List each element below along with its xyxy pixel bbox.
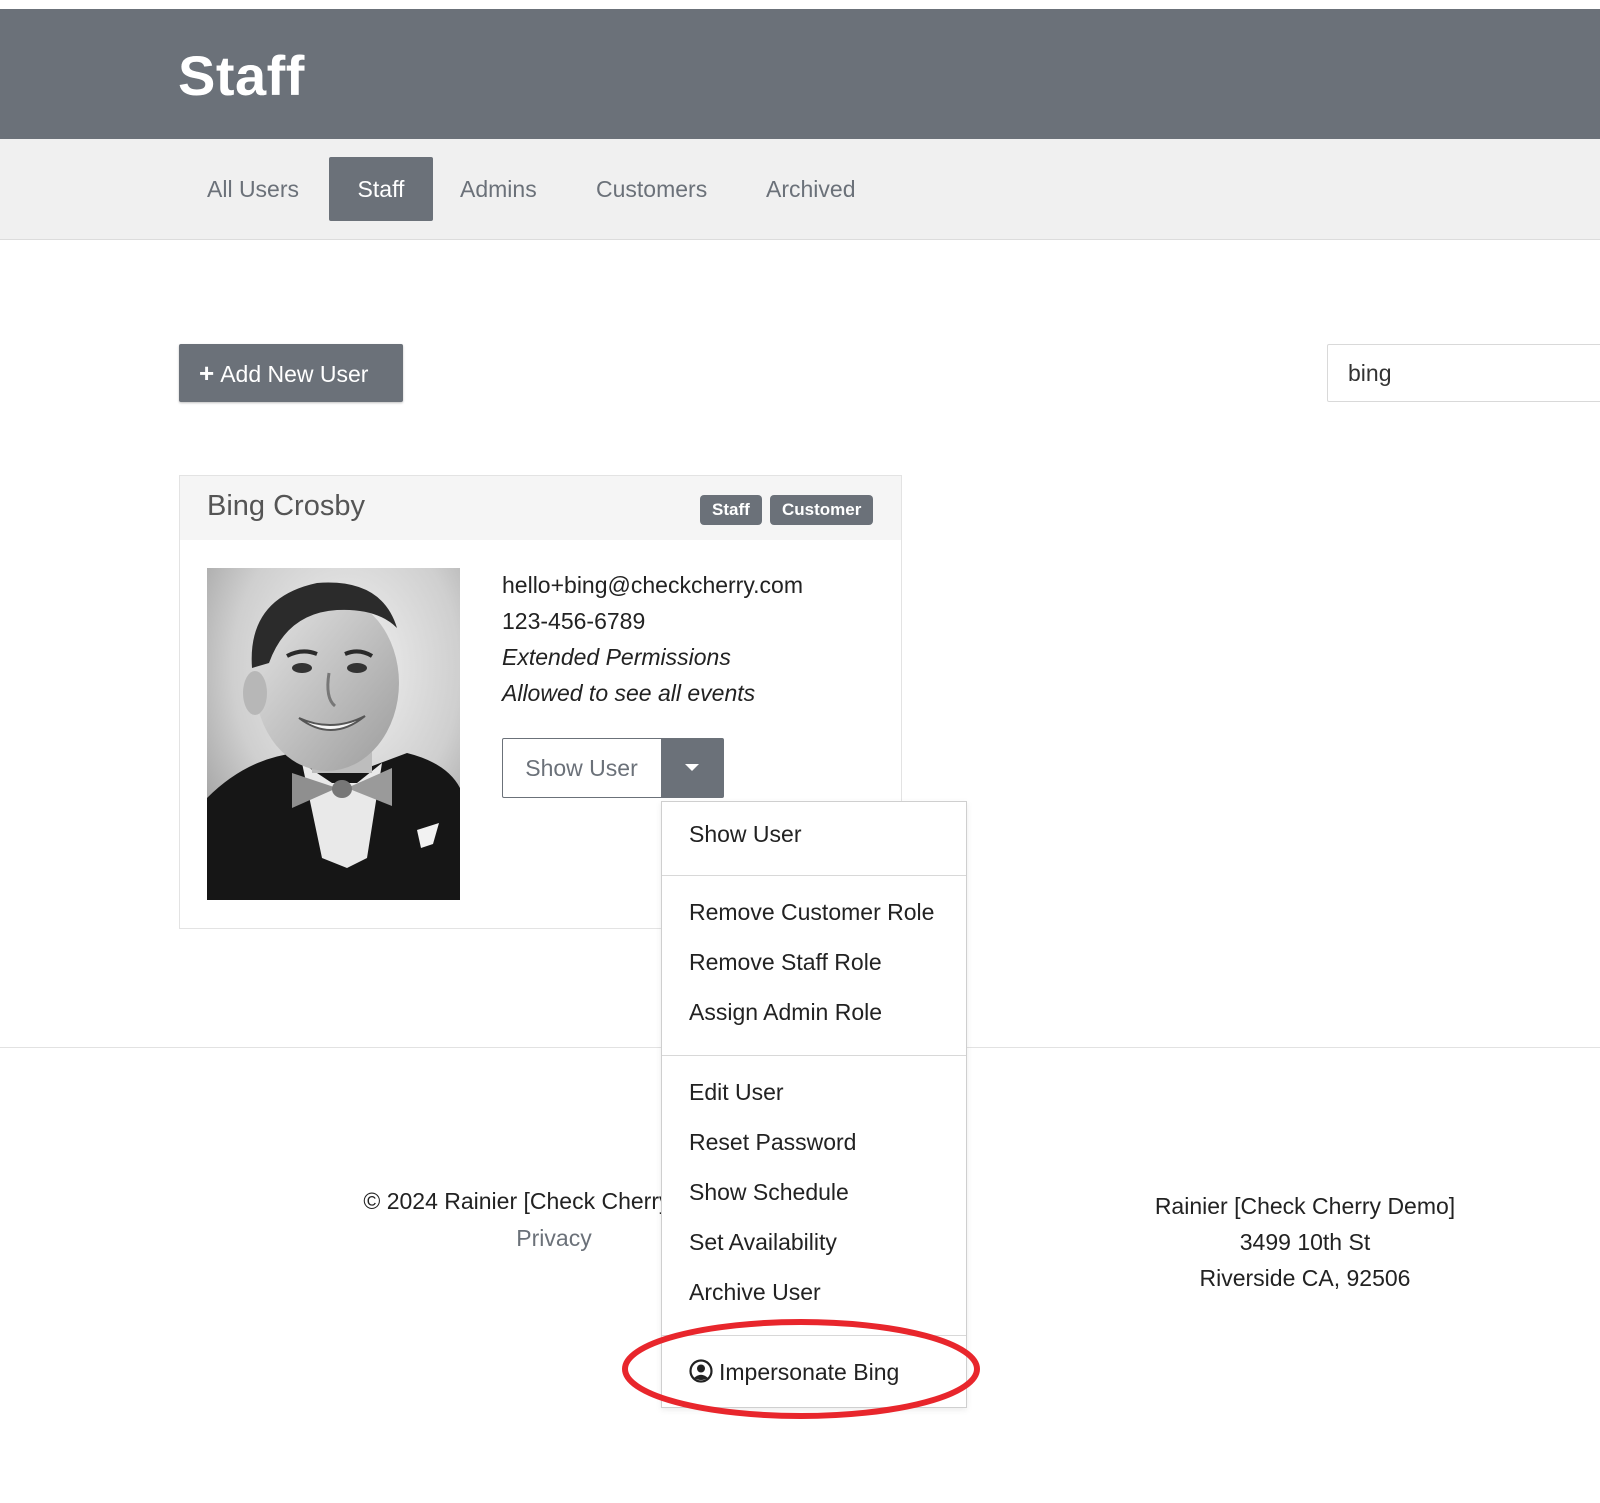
show-user-split-button: Show User <box>502 738 724 798</box>
tab-staff[interactable]: Staff <box>329 157 433 221</box>
address-name: Rainier [Check Cherry Demo] <box>1154 1193 1456 1219</box>
user-email: hello+bing@checkcherry.com <box>502 572 803 598</box>
highlight-circle-annotation <box>622 1319 980 1419</box>
menu-show-schedule[interactable]: Show Schedule <box>689 1179 849 1206</box>
menu-set-availability[interactable]: Set Availability <box>689 1229 837 1256</box>
permission-all-events: Allowed to see all events <box>502 680 756 706</box>
tab-bar: All Users Staff Admins Customers Archive… <box>0 139 1600 240</box>
user-photo <box>207 568 460 900</box>
user-phone: 123-456-6789 <box>502 608 646 634</box>
menu-show-user[interactable]: Show User <box>689 821 801 848</box>
page-title: Staff <box>178 44 305 107</box>
menu-remove-customer-role[interactable]: Remove Customer Role <box>689 899 934 926</box>
caret-down-icon <box>685 764 699 771</box>
staff-badge: Staff <box>700 495 762 525</box>
portrait-image <box>207 568 460 900</box>
menu-divider <box>662 875 966 876</box>
menu-reset-password[interactable]: Reset Password <box>689 1129 856 1156</box>
address-city: Riverside CA, 92506 <box>1199 1265 1411 1291</box>
add-new-user-button[interactable]: + Add New User <box>179 344 403 402</box>
address-street: 3499 10th St <box>1239 1229 1371 1255</box>
dropdown-toggle-button[interactable] <box>661 739 723 797</box>
top-strip <box>0 0 1600 9</box>
permission-extended: Extended Permissions <box>502 644 731 670</box>
show-user-button[interactable]: Show User <box>503 739 660 797</box>
menu-divider <box>662 1055 966 1056</box>
customer-badge: Customer <box>770 495 874 525</box>
menu-archive-user[interactable]: Archive User <box>689 1279 821 1306</box>
plus-icon: + <box>199 358 215 388</box>
tab-admins[interactable]: Admins <box>432 157 565 221</box>
tab-customers[interactable]: Customers <box>568 157 735 221</box>
user-name: Bing Crosby <box>207 490 365 522</box>
add-new-user-label: Add New User <box>220 361 369 387</box>
search-input[interactable]: bing <box>1327 344 1600 402</box>
footer-address: Rainier [Check Cherry Demo] 3499 10th St… <box>1100 1188 1510 1296</box>
tab-archived[interactable]: Archived <box>738 157 883 221</box>
tab-all-users[interactable]: All Users <box>179 157 327 221</box>
menu-edit-user[interactable]: Edit User <box>689 1079 784 1106</box>
page-header: Staff <box>0 9 1600 139</box>
menu-remove-staff-role[interactable]: Remove Staff Role <box>689 949 882 976</box>
user-card-header: Bing Crosby Staff Customer <box>180 476 901 540</box>
menu-assign-admin-role[interactable]: Assign Admin Role <box>689 999 882 1026</box>
